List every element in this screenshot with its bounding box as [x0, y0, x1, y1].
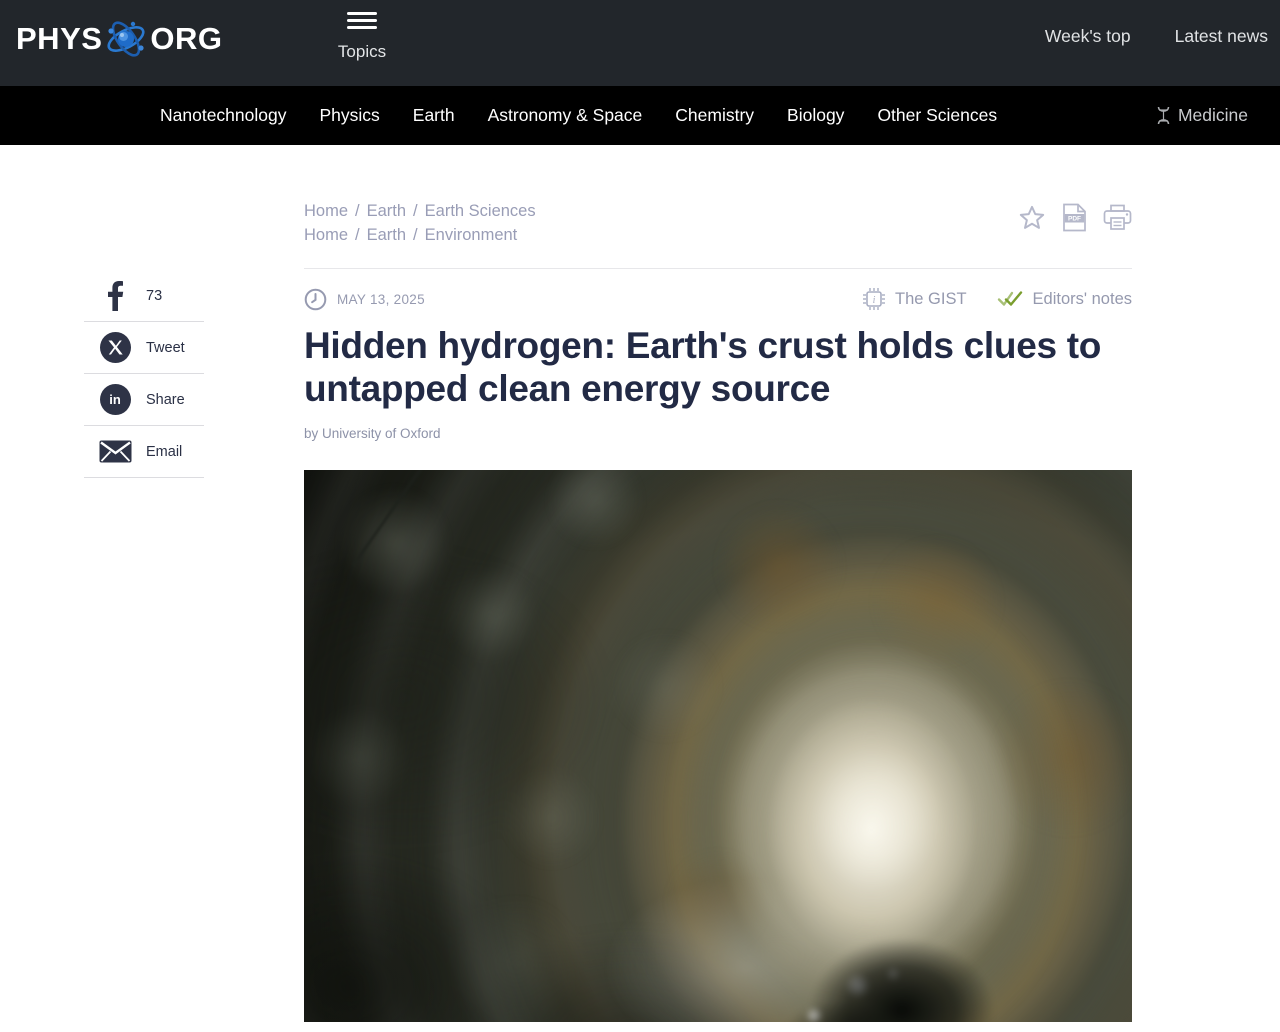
nav-item-biology[interactable]: Biology: [787, 105, 844, 126]
print-icon[interactable]: [1103, 204, 1132, 231]
email-button[interactable]: Email: [84, 426, 204, 478]
breadcrumbs: Home/Earth/Earth Sciences Home/Earth/Env…: [304, 199, 536, 247]
latest-news-link[interactable]: Latest news: [1175, 26, 1268, 47]
article-title: Hidden hydrogen: Earth's crust holds clu…: [304, 324, 1132, 410]
nav-item-nanotechnology[interactable]: Nanotechnology: [160, 105, 286, 126]
breadcrumb-earth[interactable]: Earth: [367, 202, 406, 220]
nav-item-other-sciences[interactable]: Other Sciences: [877, 105, 997, 126]
topics-label: Topics: [326, 42, 398, 62]
pdf-download-icon[interactable]: PDF: [1062, 203, 1087, 232]
breadcrumb-earth-2[interactable]: Earth: [367, 226, 406, 244]
topics-menu-button[interactable]: Topics: [326, 8, 398, 62]
site-header: PHYS ORG Topics Week's top Latest news: [0, 0, 1280, 86]
the-gist-label: The GIST: [895, 290, 967, 309]
the-gist-button[interactable]: i The GIST: [862, 287, 967, 311]
hamburger-icon: [347, 8, 377, 33]
svg-text:PDF: PDF: [1068, 216, 1081, 223]
breadcrumb-home-2[interactable]: Home: [304, 226, 348, 244]
atom-icon: [104, 18, 148, 60]
article-image-borehole: [304, 470, 1132, 1022]
chip-icon: i: [862, 287, 886, 311]
editors-notes-label: Editors' notes: [1033, 290, 1132, 309]
article-byline: by University of Oxford: [304, 426, 1132, 441]
linkedin-share-label: Share: [146, 392, 185, 408]
facebook-icon: [84, 280, 146, 311]
nav-item-chemistry[interactable]: Chemistry: [675, 105, 754, 126]
share-rail: 73 Tweet in Share: [84, 270, 204, 478]
breadcrumb-environment[interactable]: Environment: [425, 226, 518, 244]
logo-org-text: ORG: [150, 21, 222, 57]
nav-item-medicine[interactable]: Medicine: [1156, 105, 1248, 126]
article-actions: PDF: [1018, 199, 1132, 232]
dna-icon: [1156, 106, 1171, 125]
category-navbar: Nanotechnology Physics Earth Astronomy &…: [0, 86, 1280, 145]
nav-item-physics[interactable]: Physics: [319, 105, 379, 126]
site-logo[interactable]: PHYS ORG: [16, 18, 223, 60]
article: Home/Earth/Earth Sciences Home/Earth/Env…: [304, 145, 1132, 1022]
double-check-icon: [997, 290, 1024, 308]
header-links: Week's top Latest news: [1045, 0, 1268, 72]
breadcrumb-home[interactable]: Home: [304, 202, 348, 220]
linkedin-share-button[interactable]: in Share: [84, 374, 204, 426]
x-twitter-icon: [84, 332, 146, 363]
clock-icon: [304, 288, 327, 311]
favorite-star-icon[interactable]: [1018, 204, 1046, 232]
article-meta: MAY 13, 2025 i: [304, 287, 1132, 311]
facebook-count: 73: [146, 288, 162, 304]
editors-notes-button[interactable]: Editors' notes: [997, 290, 1132, 309]
borehole-vignette: [304, 470, 1132, 1022]
nav-item-astronomy-space[interactable]: Astronomy & Space: [488, 105, 643, 126]
breadcrumb-row-2: Home/Earth/Environment: [304, 223, 536, 247]
tweet-label: Tweet: [146, 340, 185, 356]
tweet-button[interactable]: Tweet: [84, 322, 204, 374]
svg-text:i: i: [873, 295, 876, 306]
logo-phys-text: PHYS: [16, 21, 102, 57]
article-date: MAY 13, 2025: [337, 292, 425, 307]
breadcrumb-earth-sciences[interactable]: Earth Sciences: [425, 202, 536, 220]
nav-medicine-label: Medicine: [1178, 105, 1248, 126]
facebook-share-button[interactable]: 73: [84, 270, 204, 322]
nav-item-earth[interactable]: Earth: [413, 105, 455, 126]
divider: [304, 268, 1132, 269]
email-label: Email: [146, 444, 182, 460]
page-content: 73 Tweet in Share: [0, 145, 1280, 1022]
email-icon: [84, 440, 146, 463]
weeks-top-link[interactable]: Week's top: [1045, 26, 1131, 47]
linkedin-icon: in: [84, 384, 146, 415]
breadcrumb-row-1: Home/Earth/Earth Sciences: [304, 199, 536, 223]
